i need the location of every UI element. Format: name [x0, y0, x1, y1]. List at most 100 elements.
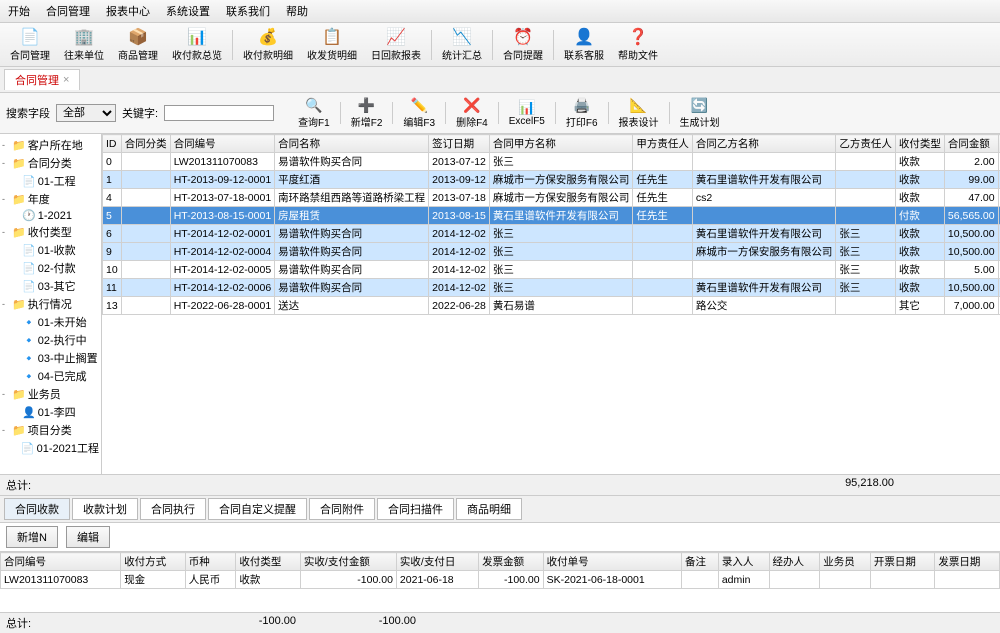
search-btn-新增F2[interactable]: ➕新增F2 — [345, 96, 389, 130]
toolbar-合同管理[interactable]: 📄合同管理 — [4, 25, 56, 64]
dcol-合同编号[interactable]: 合同编号 — [1, 553, 121, 571]
tree-node-业务员[interactable]: -📁业务员 — [2, 385, 99, 403]
detail-tab-商品明细[interactable]: 商品明细 — [456, 498, 522, 520]
tree-node-项目分类[interactable]: -📁项目分类 — [2, 421, 99, 439]
table-row[interactable]: 5HT-2013-08-15-0001房屋租赁2013-08-15黄石里谱软件开… — [103, 207, 1000, 225]
table-row[interactable]: 9HT-2014-12-02-0004易谱软件购买合同2014-12-02张三麻… — [103, 243, 1000, 261]
dcol-业务员[interactable]: 业务员 — [820, 553, 871, 571]
toolbar-往来单位[interactable]: 🏢往来单位 — [58, 25, 110, 64]
expand-icon[interactable]: - — [2, 227, 12, 237]
dcol-录入人[interactable]: 录入人 — [718, 553, 769, 571]
dcol-开票日期[interactable]: 开票日期 — [870, 553, 935, 571]
tree-node-01-收款[interactable]: 📄01-收款 — [2, 241, 99, 259]
menu-联系我们[interactable]: 联系我们 — [222, 2, 274, 20]
tab-contract-mgmt[interactable]: 合同管理 × — [4, 69, 80, 90]
tree-node-执行情况[interactable]: -📁执行情况 — [2, 295, 99, 313]
dcol-币种[interactable]: 币种 — [185, 553, 236, 571]
tree-node-02-付款[interactable]: 📄02-付款 — [2, 259, 99, 277]
dcol-经办人[interactable]: 经办人 — [769, 553, 820, 571]
dcol-收付方式[interactable]: 收付方式 — [121, 553, 186, 571]
detail-btn-新增N[interactable]: 新增N — [6, 526, 58, 548]
search-btn-ExcelF5[interactable]: 📊ExcelF5 — [503, 98, 551, 128]
search-btn-查询F1[interactable]: 🔍查询F1 — [292, 96, 336, 130]
table-row[interactable]: 1HT-2013-09-12-0001平度红酒2013-09-12麻城市一方保安… — [103, 171, 1000, 189]
menu-系统设置[interactable]: 系统设置 — [162, 2, 214, 20]
menu-报表中心[interactable]: 报表中心 — [102, 2, 154, 20]
tree-node-04-已完成[interactable]: 🔹04-已完成 — [2, 367, 99, 385]
toolbar-商品管理[interactable]: 📦商品管理 — [112, 25, 164, 64]
toolbar-合同提醒[interactable]: ⏰合同提醒 — [497, 25, 549, 64]
table-row[interactable]: 10HT-2014-12-02-0005易谱软件购买合同2014-12-02张三… — [103, 261, 1000, 279]
dcol-收付单号[interactable]: 收付单号 — [543, 553, 681, 571]
tree-label: 03-其它 — [38, 278, 76, 294]
col-ID[interactable]: ID — [103, 135, 122, 153]
tree-node-合同分类[interactable]: -📁合同分类 — [2, 154, 99, 172]
toolbar-帮助文件[interactable]: ❓帮助文件 — [612, 25, 664, 64]
dcol-实收/支付日[interactable]: 实收/支付日 — [396, 553, 478, 571]
col-合同编号[interactable]: 合同编号 — [170, 135, 274, 153]
dcol-实收/支付金额[interactable]: 实收/支付金额 — [300, 553, 396, 571]
detail-row[interactable]: LW201311070083现金人民币收款-100.002021-06-18-1… — [1, 571, 1000, 589]
toolbar-收付款总览[interactable]: 📊收付款总览 — [166, 25, 228, 64]
menu-开始[interactable]: 开始 — [4, 2, 34, 20]
expand-icon[interactable]: - — [2, 194, 12, 204]
detail-tab-合同扫描件[interactable]: 合同扫描件 — [377, 498, 454, 520]
table-row[interactable]: 11HT-2014-12-02-0006易谱软件购买合同2014-12-02张三… — [103, 279, 1000, 297]
tree-node-1-2021[interactable]: 🕐1-2021 — [2, 208, 99, 223]
dcol-发票日期[interactable]: 发票日期 — [935, 553, 1000, 571]
合同提醒-icon: ⏰ — [513, 27, 533, 47]
tree-node-年度[interactable]: -📁年度 — [2, 190, 99, 208]
search-btn-生成计划[interactable]: 🔄生成计划 — [674, 96, 726, 130]
col-合同分类[interactable]: 合同分类 — [121, 135, 170, 153]
toolbar-统计汇总[interactable]: 📉统计汇总 — [436, 25, 488, 64]
expand-icon[interactable]: - — [2, 158, 12, 168]
col-乙方责任人[interactable]: 乙方责任人 — [836, 135, 896, 153]
col-收付类型[interactable]: 收付类型 — [895, 135, 944, 153]
dcol-发票金额[interactable]: 发票金额 — [479, 553, 544, 571]
table-row[interactable]: 13HT-2022-06-28-0001送达2022-06-28黄石易谱路公交其… — [103, 297, 1000, 315]
search-input[interactable] — [164, 105, 274, 121]
col-签订日期[interactable]: 签订日期 — [429, 135, 490, 153]
detail-tab-合同收款[interactable]: 合同收款 — [4, 498, 70, 520]
expand-icon[interactable]: - — [2, 299, 12, 309]
tree-node-02-执行中[interactable]: 🔹02-执行中 — [2, 331, 99, 349]
col-合同乙方名称[interactable]: 合同乙方名称 — [692, 135, 836, 153]
detail-tab-收款计划[interactable]: 收款计划 — [72, 498, 138, 520]
toolbar-日回款报表[interactable]: 📈日回款报表 — [365, 25, 427, 64]
search-btn-删除F4[interactable]: ❌删除F4 — [450, 96, 494, 130]
toolbar-收付款明细[interactable]: 💰收付款明细 — [237, 25, 299, 64]
close-icon[interactable]: × — [63, 74, 69, 86]
col-合同名称[interactable]: 合同名称 — [275, 135, 429, 153]
toolbar-联系客服[interactable]: 👤联系客服 — [558, 25, 610, 64]
detail-btn-编辑[interactable]: 编辑 — [66, 526, 110, 548]
col-合同金额[interactable]: 合同金额 — [944, 135, 998, 153]
search-btn-报表设计[interactable]: 📐报表设计 — [613, 96, 665, 130]
search-btn-编辑F3[interactable]: ✏️编辑F3 — [397, 96, 441, 130]
tree-node-01-未开始[interactable]: 🔹01-未开始 — [2, 313, 99, 331]
expand-icon[interactable]: - — [2, 140, 12, 150]
detail-tab-合同自定义提醒[interactable]: 合同自定义提醒 — [208, 498, 307, 520]
detail-tab-合同执行[interactable]: 合同执行 — [140, 498, 206, 520]
dcol-收付类型[interactable]: 收付类型 — [236, 553, 301, 571]
tree-node-03-其它[interactable]: 📄03-其它 — [2, 277, 99, 295]
tree-node-收付类型[interactable]: -📁收付类型 — [2, 223, 99, 241]
menu-帮助[interactable]: 帮助 — [282, 2, 312, 20]
search-field-select[interactable]: 全部 — [56, 104, 116, 122]
table-row[interactable]: 6HT-2014-12-02-0001易谱软件购买合同2014-12-02张三黄… — [103, 225, 1000, 243]
tree-node-01-工程[interactable]: 📄01-工程 — [2, 172, 99, 190]
col-合同甲方名称[interactable]: 合同甲方名称 — [489, 135, 633, 153]
tree-node-01-李四[interactable]: 👤01-李四 — [2, 403, 99, 421]
menu-合同管理[interactable]: 合同管理 — [42, 2, 94, 20]
col-甲方责任人[interactable]: 甲方责任人 — [633, 135, 693, 153]
table-row[interactable]: 4HT-2013-07-18-0001南环路禁组西路等道路桥梁工程2013-07… — [103, 189, 1000, 207]
tree-node-03-中止搁置[interactable]: 🔹03-中止搁置 — [2, 349, 99, 367]
table-row[interactable]: 0LW201311070083易谱软件购买合同2013-07-12张三收款2.0… — [103, 153, 1000, 171]
dcol-备注[interactable]: 备注 — [681, 553, 718, 571]
tree-node-客户所在地[interactable]: -📁客户所在地 — [2, 136, 99, 154]
search-btn-打印F6[interactable]: 🖨️打印F6 — [560, 96, 604, 130]
expand-icon[interactable]: - — [2, 425, 12, 435]
toolbar-收发货明细[interactable]: 📋收发货明细 — [301, 25, 363, 64]
tree-node-01-2021工程[interactable]: 📄01-2021工程 — [2, 439, 99, 457]
detail-tab-合同附件[interactable]: 合同附件 — [309, 498, 375, 520]
expand-icon[interactable]: - — [2, 389, 12, 399]
